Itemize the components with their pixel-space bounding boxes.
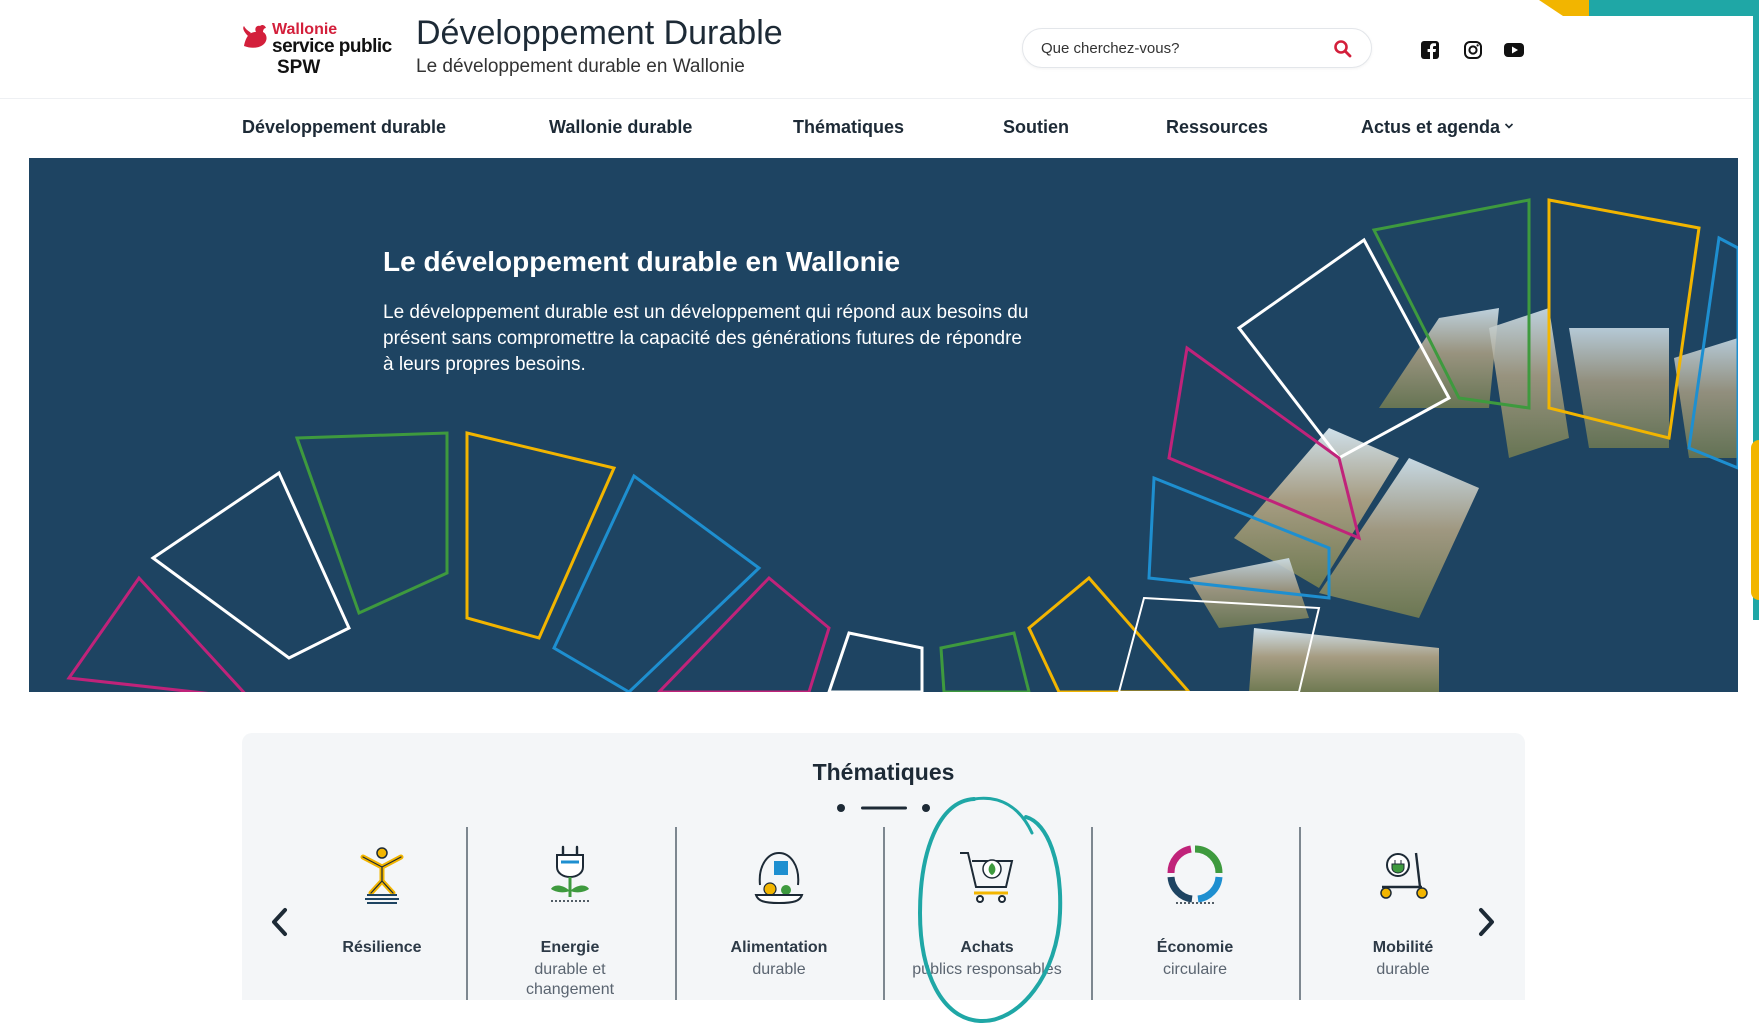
theme-title: Économie	[1156, 939, 1234, 956]
theme-tile-resilience[interactable]: Résilience	[278, 843, 486, 1000]
theme-subtitle: durable	[752, 961, 806, 978]
theme-title: Energie	[540, 939, 600, 956]
main-nav: Développement durable Wallonie durable T…	[0, 98, 1752, 156]
instagram-icon[interactable]	[1463, 40, 1483, 60]
site-header: Wallonie service public SPW Développemen…	[0, 0, 1752, 98]
youtube-icon[interactable]	[1503, 40, 1525, 60]
theme-tile-mobilite[interactable]: Mobilité durable	[1299, 843, 1507, 1000]
theme-subtitle: circulaire	[1162, 961, 1227, 978]
resilience-icon	[360, 847, 404, 904]
food-icon	[754, 851, 804, 905]
rooster-icon	[243, 24, 267, 48]
themes-carousel: Thématiques Résilience Energie durable e…	[242, 733, 1525, 1000]
themes-title: Thématiques	[812, 759, 955, 785]
theme-title: Alimentation	[730, 939, 828, 956]
facebook-icon[interactable]	[1420, 40, 1440, 60]
search-box	[1022, 28, 1372, 68]
logo-line-3: SPW	[277, 57, 321, 78]
theme-title: Mobilité	[1372, 939, 1434, 956]
nav-item-soutien[interactable]: Soutien	[1003, 117, 1069, 138]
theme-tile-alimentation[interactable]: Alimentation durable	[675, 843, 883, 1000]
nav-item-ressources[interactable]: Ressources	[1166, 117, 1268, 138]
chevron-down-icon	[1504, 123, 1514, 129]
nav-item-wallonie-durable[interactable]: Wallonie durable	[549, 117, 692, 138]
nav-item-developpement-durable[interactable]: Développement durable	[242, 117, 446, 138]
energy-plug-icon	[551, 845, 589, 902]
hero-banner: Le développement durable en Wallonie Le …	[29, 158, 1738, 692]
nav-item-actus-agenda[interactable]: Actus et agenda	[1361, 117, 1514, 138]
search-icon[interactable]	[1333, 39, 1353, 59]
theme-title: Résilience	[342, 939, 422, 956]
site-title[interactable]: Développement Durable	[416, 14, 783, 53]
hero-wheel-decoration	[66, 198, 1738, 692]
nav-item-thematiques[interactable]: Thématiques	[793, 117, 904, 138]
theme-subtitle: durable	[1376, 961, 1430, 978]
circular-economy-icon	[1167, 845, 1223, 904]
search-input[interactable]	[1041, 37, 1321, 59]
spw-logo[interactable]: Wallonie service public SPW	[240, 20, 400, 78]
theme-tile-economie[interactable]: Économie circulaire	[1091, 843, 1299, 1000]
scooter-icon	[1380, 852, 1428, 899]
highlight-circle-annotation	[917, 796, 1063, 1024]
theme-tile-energie[interactable]: Energie durable et changement climatique	[466, 843, 674, 1000]
site-subtitle: Le développement durable en Wallonie	[416, 56, 745, 77]
theme-subtitle: durable et changement climatique	[525, 961, 615, 998]
logo-line-2: service public	[272, 36, 392, 57]
hero-text: Le développement durable est un développ…	[383, 302, 1029, 375]
nav-item-label: Actus et agenda	[1361, 117, 1501, 137]
hero-title: Le développement durable en Wallonie	[383, 246, 901, 277]
slide-edge-decoration	[1751, 440, 1759, 600]
